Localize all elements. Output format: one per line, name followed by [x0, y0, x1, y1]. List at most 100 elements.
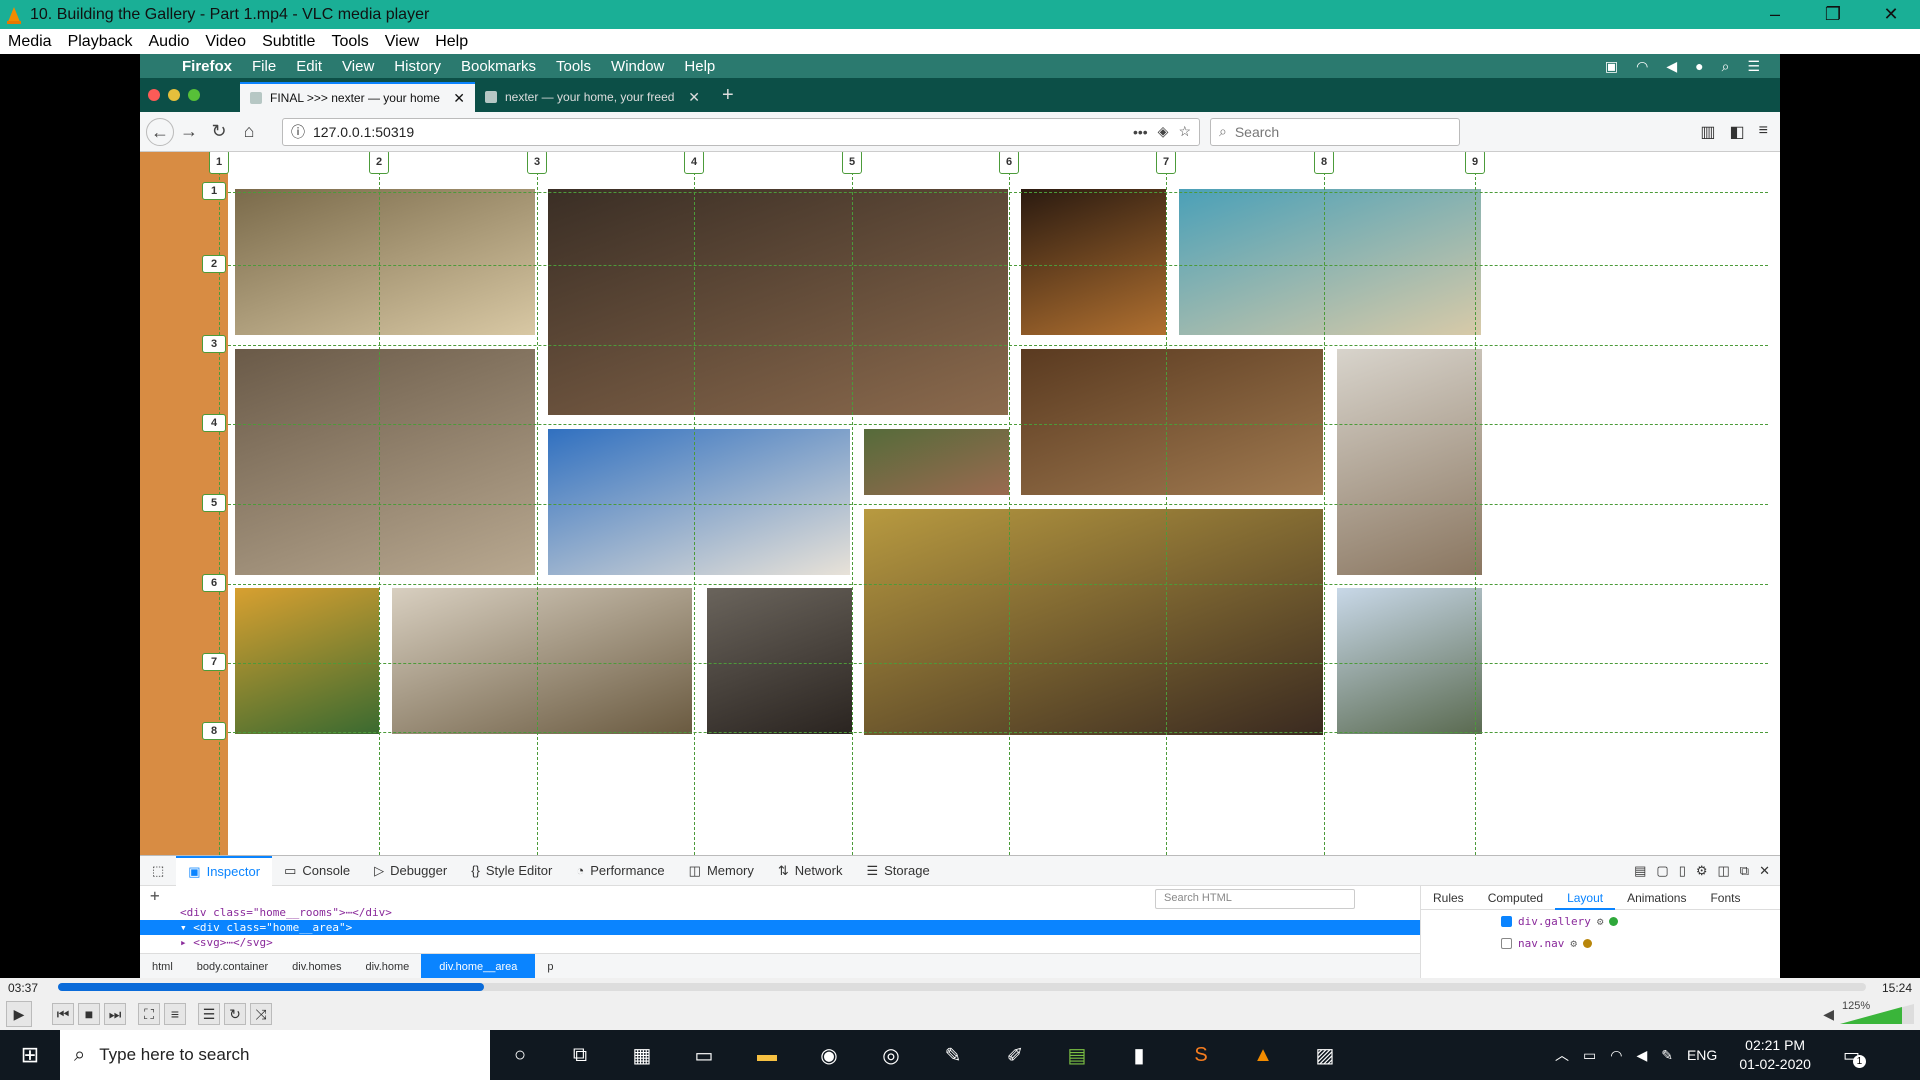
grid-row-number: 2 [202, 255, 226, 273]
show-hidden-icons-icon[interactable]: ︿ [1555, 1045, 1569, 1065]
tab-nexter: nexter — your home, your freed ✕ [475, 82, 710, 112]
breadcrumb: html body.container div.homes div.home d… [140, 953, 1420, 980]
breadcrumb-item: html [152, 960, 173, 973]
previous-button[interactable]: ⏮ [52, 1003, 74, 1025]
minimize-button[interactable]: – [1746, 4, 1804, 25]
tab-label: Console [302, 863, 351, 878]
devtools-tab-network: ⇅ Network [766, 856, 855, 886]
tab-close-icon: ✕ [688, 88, 700, 105]
side-tab-computed: Computed [1487, 890, 1544, 905]
grid-column-number: 8 [1314, 152, 1334, 174]
tab-label: FINAL >>> nexter — your home [270, 91, 440, 105]
vlc-title-bar: 10. Building the Gallery - Part 1.mp4 - … [0, 0, 1920, 29]
shuffle-button[interactable]: ⤨ [250, 1003, 272, 1025]
windows-start-icon[interactable]: ⊞ [0, 1042, 60, 1068]
paint-app-icon[interactable]: ✎ [936, 1038, 970, 1072]
responsive-design-icon: ▤ [1634, 862, 1647, 878]
vlc-menu-subtitle[interactable]: Subtitle [254, 33, 323, 51]
bar-photo [1021, 189, 1166, 335]
browser-tab-bar: FINAL >>> nexter — your home ✕ nexter — … [140, 78, 1780, 112]
undock-icon: ⧉ [1739, 862, 1750, 878]
vlc-menu-view[interactable]: View [377, 33, 427, 51]
grid-row-number: 1 [202, 182, 226, 200]
grid-row-line [228, 345, 1768, 346]
cortana-icon[interactable]: ○ [503, 1038, 537, 1072]
loop-button[interactable]: ↻ [224, 1003, 246, 1025]
wifi-icon: ◠ [1636, 57, 1649, 74]
side-tab-animations: Animations [1627, 890, 1687, 905]
fullscreen-button[interactable]: ⛶ [138, 1003, 160, 1025]
villa-photo [235, 588, 379, 734]
devtools-tab-style-editor: {} Style Editor [459, 856, 564, 886]
search-icon: ⌕ [1219, 123, 1227, 139]
grid-color-swatch [1582, 938, 1592, 948]
restore-button[interactable]: ❐ [1804, 4, 1862, 25]
side-tab-layout: Layout [1555, 886, 1616, 910]
grid-row-line [228, 663, 1768, 664]
grid-row-line [228, 192, 1768, 193]
terminal-icon[interactable]: ▮ [1122, 1038, 1156, 1072]
grid-row-line [228, 584, 1768, 585]
mac-menu-bar: Firefox File Edit View History Bookmarks… [140, 54, 1780, 78]
library-icon: ▥ [1700, 123, 1716, 141]
window-title: 10. Building the Gallery - Part 1.mp4 - … [30, 5, 430, 23]
vlc-menu-audio[interactable]: Audio [141, 33, 198, 51]
action-center-icon[interactable]: ▭ 1 [1843, 1045, 1866, 1068]
grid-row-number: 5 [202, 494, 226, 512]
close-button[interactable]: ✕ [1862, 4, 1920, 25]
devtools-panel: ⬚ ▣ Inspector ▭ Console ▷ Debugger {} Style … [140, 855, 1780, 980]
next-button[interactable]: ⏭ [104, 1003, 126, 1025]
volume-icon[interactable]: ◀ [1636, 1047, 1647, 1064]
vlc-menu-playback[interactable]: Playback [60, 33, 141, 51]
vlc-taskbar-icon[interactable]: ▲ [1246, 1038, 1280, 1072]
vlc-menu-video[interactable]: Video [197, 33, 254, 51]
language-indicator[interactable]: ENG [1687, 1047, 1717, 1063]
spreadsheet-app-icon[interactable]: ▤ [1060, 1038, 1094, 1072]
grid-item-label: nav.nav [1518, 936, 1565, 950]
chrome-icon[interactable]: ◉ [812, 1038, 846, 1072]
network-icon[interactable]: ◠ [1610, 1047, 1622, 1064]
mac-menu-app: Firefox [182, 57, 233, 75]
taskbar-search[interactable]: ⌕ Type here to search [60, 1030, 490, 1080]
bookmark-star-icon: ☆ [1178, 123, 1191, 139]
search-icon: ⌕ [74, 1043, 86, 1066]
extended-settings-button[interactable]: ≡ [164, 1003, 186, 1025]
mac-minimize-dot [168, 89, 180, 101]
play-button[interactable]: ▶ [6, 1001, 32, 1027]
battery-icon[interactable]: ▭ [1583, 1047, 1596, 1064]
vlc-menu-media[interactable]: Media [0, 33, 60, 51]
user-icon: ● [1695, 57, 1704, 74]
clock[interactable]: 02:21 PM 01-02-2020 [1739, 1036, 1811, 1074]
search-html-input: Search HTML [1155, 889, 1355, 909]
speaker-icon[interactable]: ◀ [1823, 1006, 1834, 1023]
photos-icon[interactable]: ▨ [1308, 1038, 1342, 1072]
browser-search-box: ⌕ Search [1210, 117, 1460, 146]
sublime-text-icon[interactable]: S [1184, 1038, 1218, 1072]
dining-room-photo [392, 588, 692, 734]
vlc-menu-help[interactable]: Help [427, 33, 476, 51]
task-view-icon[interactable]: ⧉ [563, 1038, 597, 1072]
mac-menu-help: Help [684, 57, 716, 75]
address-bar: ⓘ 127.0.0.1:50319 ••• ◈ ☆ [282, 117, 1200, 146]
file-explorer-icon[interactable]: ▬ [750, 1038, 784, 1072]
notification-list-icon: ☰ [1747, 57, 1760, 74]
grid-row-number: 4 [202, 414, 226, 432]
playlist-button[interactable]: ☰ [198, 1003, 220, 1025]
volume-label: 125% [1842, 1000, 1871, 1012]
mac-close-dot [148, 89, 160, 101]
notes-app-icon[interactable]: ✐ [998, 1038, 1032, 1072]
html-tree-row: ▸ <svg>⋯</svg> [180, 936, 273, 949]
stop-button[interactable]: ■ [78, 1003, 100, 1025]
vlc-menu-tools[interactable]: Tools [323, 33, 376, 51]
new-tab-icon: + [722, 83, 734, 106]
pen-icon[interactable]: ✎ [1661, 1047, 1673, 1064]
grid-row-number: 3 [202, 335, 226, 353]
display-app-icon[interactable]: ▭ [687, 1038, 721, 1072]
grid-color-swatch [1609, 916, 1619, 926]
tab-final-nexter: FINAL >>> nexter — your home ✕ [240, 82, 475, 112]
media-app-icon[interactable]: ◎ [874, 1038, 908, 1072]
store-icon[interactable]: ▦ [625, 1038, 659, 1072]
mac-menu-window: Window [611, 57, 665, 75]
volume-slider[interactable]: 125% [1840, 1000, 1914, 1026]
devtools-tab-console: ▭ Console [272, 856, 362, 886]
